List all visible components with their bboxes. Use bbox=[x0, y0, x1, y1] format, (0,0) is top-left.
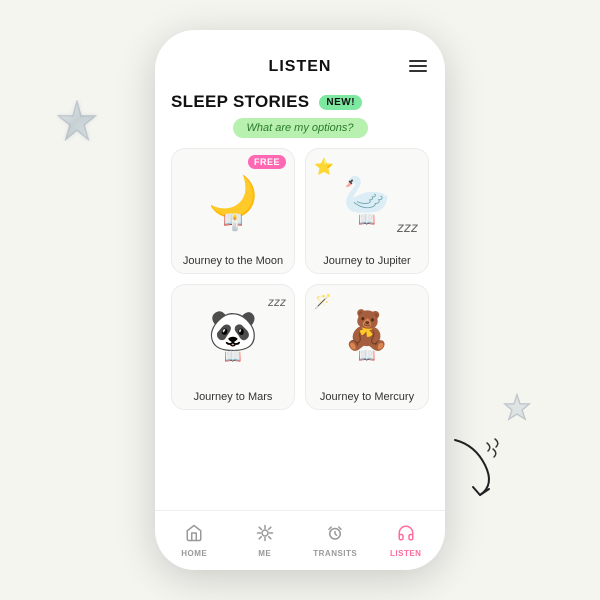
home-icon bbox=[185, 524, 203, 547]
nav-label-listen: LISTEN bbox=[390, 549, 421, 558]
nav-label-home: HOME bbox=[181, 549, 207, 558]
headphones-icon bbox=[397, 524, 415, 547]
card-label-moon: Journey to the Moon bbox=[179, 249, 287, 273]
phone-shell: LISTEN SLEEP STORIES NEW! What are my op… bbox=[155, 30, 445, 570]
options-bubble[interactable]: What are my options? bbox=[171, 118, 429, 138]
card-image-jupiter: 🦢 📖 ⭐ zzz bbox=[306, 149, 428, 249]
zzz-text-jupiter: zzz bbox=[397, 219, 418, 235]
card-image-mars: 🐼 📖 zzz bbox=[172, 285, 294, 385]
story-card-mars[interactable]: 🐼 📖 zzz Journey to Mars bbox=[171, 284, 295, 410]
bottom-nav: HOME ME bbox=[155, 510, 445, 570]
wand-icon-mercury: 🪄 bbox=[314, 293, 331, 310]
section-header: SLEEP STORIES NEW! bbox=[171, 92, 429, 112]
card-image-moon: 🌙 📖 🕯️ FREE bbox=[172, 149, 294, 249]
card-image-mercury: 🧸 📖 🪄 bbox=[306, 285, 428, 385]
arrow-decoration bbox=[445, 435, 505, 495]
card-label-jupiter: Journey to Jupiter bbox=[319, 249, 414, 273]
card-label-mercury: Journey to Mercury bbox=[316, 385, 418, 409]
free-badge: FREE bbox=[248, 155, 286, 169]
alarm-icon bbox=[326, 524, 344, 547]
decoration-star-small bbox=[502, 393, 532, 430]
stories-grid: 🌙 📖 🕯️ FREE Journey to the Moon 🦢 📖 ⭐ bbox=[171, 148, 429, 410]
section-title: SLEEP STORIES bbox=[171, 92, 309, 112]
zzz-text-mars: zzz bbox=[268, 295, 286, 309]
nav-item-me[interactable]: ME bbox=[230, 518, 301, 564]
app-header: LISTEN bbox=[155, 50, 445, 82]
story-card-moon[interactable]: 🌙 📖 🕯️ FREE Journey to the Moon bbox=[171, 148, 295, 274]
nav-item-transits[interactable]: TRANSITS bbox=[300, 518, 371, 564]
status-bar bbox=[155, 30, 445, 50]
star-icon-jupiter: ⭐ bbox=[314, 157, 334, 177]
sun-icon bbox=[256, 524, 274, 547]
story-card-mercury[interactable]: 🧸 📖 🪄 Journey to Mercury bbox=[305, 284, 429, 410]
story-card-jupiter[interactable]: 🦢 📖 ⭐ zzz Journey to Jupiter bbox=[305, 148, 429, 274]
nav-item-home[interactable]: HOME bbox=[159, 518, 230, 564]
options-bubble-text[interactable]: What are my options? bbox=[233, 118, 368, 138]
new-badge: NEW! bbox=[319, 95, 362, 110]
nav-label-me: ME bbox=[258, 549, 271, 558]
menu-button[interactable] bbox=[409, 60, 427, 72]
card-label-mars: Journey to Mars bbox=[190, 385, 277, 409]
nav-item-listen[interactable]: LISTEN bbox=[371, 518, 442, 564]
decoration-star-large bbox=[55, 100, 99, 154]
main-content: SLEEP STORIES NEW! What are my options? … bbox=[155, 82, 445, 510]
page-title: LISTEN bbox=[269, 58, 332, 76]
nav-label-transits: TRANSITS bbox=[313, 549, 357, 558]
